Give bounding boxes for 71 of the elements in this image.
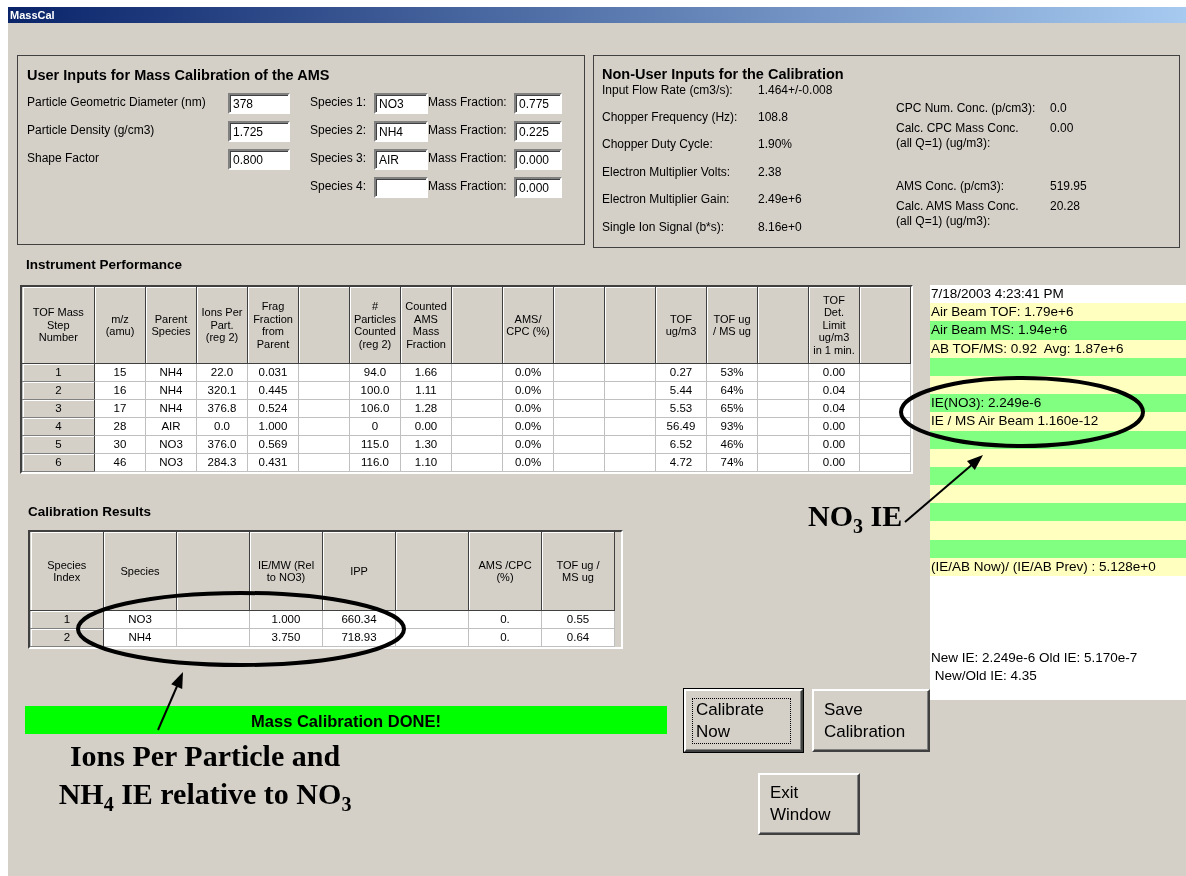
field-label: Chopper Duty Cycle: bbox=[602, 137, 714, 152]
column-header: Parent Species bbox=[145, 287, 197, 364]
field-value: 108.8 bbox=[758, 110, 790, 125]
column-header: AMS /CPC (%) bbox=[468, 532, 542, 611]
input-field[interactable]: 0.000 bbox=[514, 177, 562, 198]
panel-title: Non-User Inputs for the Calibration bbox=[602, 65, 845, 84]
column-header: Frag Fraction from Parent bbox=[247, 287, 299, 364]
input-field[interactable] bbox=[374, 177, 428, 198]
field-label: Particle Density (g/cm3) bbox=[27, 122, 156, 137]
section-title: Instrument Performance bbox=[26, 256, 183, 274]
column-header: Counted AMS Mass Fraction bbox=[400, 287, 452, 364]
column-header: Ions Per Part. (reg 2) bbox=[196, 287, 248, 364]
button[interactable]: Calibrate Now bbox=[684, 689, 803, 752]
field-value: 1.464+/-0.008 bbox=[758, 82, 834, 97]
column-header: m/z (amu) bbox=[94, 287, 146, 364]
column-header: TOF ug / MS ug bbox=[706, 287, 758, 364]
field-value: 519.95 bbox=[1050, 178, 1087, 193]
field-label: Species 1: bbox=[310, 94, 368, 109]
field-label: Input Flow Rate (cm3/s): bbox=[602, 82, 734, 97]
field-label: Chopper Frequency (Hz): bbox=[602, 110, 739, 125]
field-label: Species 4: bbox=[310, 178, 368, 193]
input-field[interactable]: NO3 bbox=[374, 93, 428, 114]
field-value: 20.28 bbox=[1050, 198, 1081, 213]
field-value: 1.90% bbox=[758, 137, 794, 152]
field-label: Mass Fraction: bbox=[428, 94, 508, 109]
column-header: IPP bbox=[322, 532, 396, 611]
column-header: # Particles Counted (reg 2) bbox=[349, 287, 401, 364]
column-header: IE/MW (Rel to NO3) bbox=[249, 532, 323, 611]
status-banner: Mass Calibration DONE! bbox=[25, 706, 667, 734]
field-label: Electron Multiplier Volts: bbox=[602, 164, 732, 179]
input-field[interactable]: 1.725 bbox=[228, 121, 290, 142]
section-title: Calibration Results bbox=[28, 505, 152, 521]
input-field[interactable]: 0.000 bbox=[514, 149, 562, 170]
field-value: 2.38 bbox=[758, 164, 783, 179]
field-label: Mass Fraction: bbox=[428, 150, 508, 165]
window-title: MassCal bbox=[8, 7, 1186, 23]
input-field[interactable]: 0.800 bbox=[228, 149, 290, 170]
arrow bbox=[157, 672, 183, 731]
input-field[interactable]: 0.225 bbox=[514, 121, 562, 142]
field-value: 8.16e+0 bbox=[758, 219, 803, 234]
input-field[interactable]: 0.775 bbox=[514, 93, 562, 114]
field-label: Species 3: bbox=[310, 150, 368, 165]
input-field[interactable]: NH4 bbox=[374, 121, 428, 142]
field-label: Species 2: bbox=[310, 122, 368, 137]
field-value: 2.49e+6 bbox=[758, 192, 803, 207]
column-header: TOF Mass Step Number bbox=[22, 287, 95, 364]
field-label: Calc. CPC Mass Conc. (all Q=1) (ug/m3): bbox=[896, 120, 1020, 151]
field-value: 0.00 bbox=[1050, 120, 1074, 135]
field-label: Calc. AMS Mass Conc. (all Q=1) (ug/m3): bbox=[896, 198, 1020, 229]
column-header: Species bbox=[103, 532, 177, 611]
column-header: TOF Det. Limit ug/m3 in 1 min. bbox=[808, 287, 860, 364]
field-label: Mass Fraction: bbox=[428, 178, 508, 193]
field-value: 0.0 bbox=[1050, 100, 1067, 115]
button[interactable]: Save Calibration bbox=[812, 689, 930, 752]
field-label: Single Ion Signal (b*s): bbox=[602, 219, 726, 234]
button[interactable]: Exit Window bbox=[758, 773, 860, 835]
annotation-text: Ions Per Particle and NH$_{4}$ IE relative to NO$_{3}$ bbox=[57, 738, 353, 813]
column-header: Species Index bbox=[30, 532, 104, 611]
input-field[interactable]: 378 bbox=[228, 93, 290, 114]
field-label: AMS Conc. (p/cm3): bbox=[896, 178, 1006, 194]
field-label: CPC Num. Conc. (p/cm3): bbox=[896, 100, 1037, 116]
field-label: Particle Geometric Diameter (nm) bbox=[27, 94, 207, 109]
column-header: TOF ug / MS ug bbox=[541, 532, 615, 611]
annotation-text: NO$_{3}$ IE bbox=[808, 498, 903, 535]
panel-title: User Inputs for Mass Calibration of the AMS bbox=[27, 66, 331, 85]
field-label: Shape Factor bbox=[27, 150, 101, 165]
field-label: Mass Fraction: bbox=[428, 122, 508, 137]
input-field[interactable]: AIR bbox=[374, 149, 428, 170]
field-label: Electron Multiplier Gain: bbox=[602, 192, 731, 207]
column-header: TOF ug/m3 bbox=[655, 287, 707, 364]
column-header: AMS/ CPC (%) bbox=[502, 287, 554, 364]
